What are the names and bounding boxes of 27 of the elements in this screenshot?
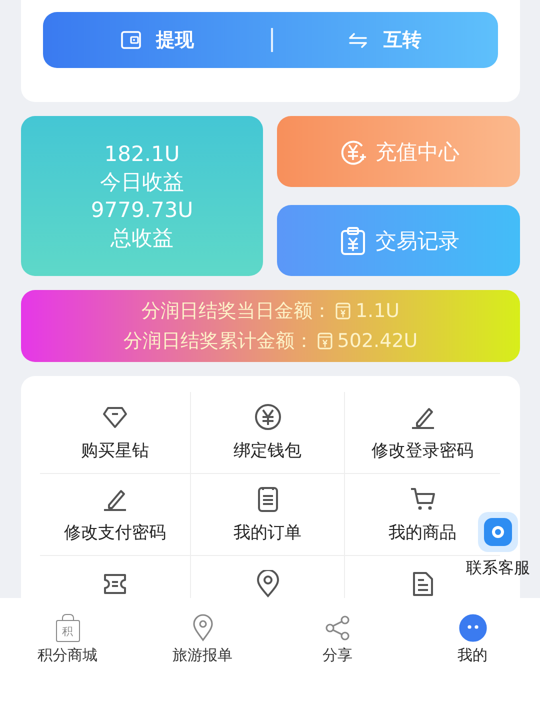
nav-tab[interactable]: 积 积分商城 — [0, 614, 135, 665]
menu-item-label[interactable]: 我的商品 — [388, 521, 456, 544]
dividend-amount: 1.1U — [355, 299, 400, 324]
money-jar-icon — [317, 332, 334, 350]
money-jar-icon — [335, 302, 352, 320]
menu-item-label[interactable]: 我的订单 — [234, 521, 302, 544]
chat-icon[interactable] — [478, 512, 518, 552]
menu-item-label[interactable]: 修改支付密码 — [64, 521, 166, 544]
menu-item-label[interactable]: 绑定钱包 — [234, 439, 302, 462]
yen-circle-icon[interactable] — [254, 403, 282, 431]
wallet-icon — [120, 29, 142, 51]
today-earnings-value: 182.1U — [104, 141, 180, 168]
nav-tab[interactable]: 我的 — [405, 614, 540, 665]
menu-item-label[interactable]: 修改登录密码 — [372, 439, 474, 462]
profile-icon — [458, 614, 486, 642]
customer-service-label[interactable]: 联系客服 — [466, 558, 530, 579]
total-earnings-value: 9779.73U — [90, 197, 194, 224]
cart-icon[interactable] — [408, 485, 436, 513]
share-icon — [324, 614, 352, 642]
dividend-label: 分润日结奖累计金额： — [123, 329, 314, 354]
dividend-amount: 502.42U — [337, 329, 418, 354]
today-earnings-label: 今日收益 — [100, 169, 184, 196]
nav-tab[interactable]: 旅游报单 — [135, 614, 270, 665]
total-earnings-label: 总收益 — [110, 225, 174, 252]
nav-tab[interactable]: 分享 — [270, 614, 405, 665]
dividend-label: 分润日结奖当日金额： — [141, 299, 332, 324]
menu-item-label[interactable]: 购买星钻 — [81, 439, 149, 462]
